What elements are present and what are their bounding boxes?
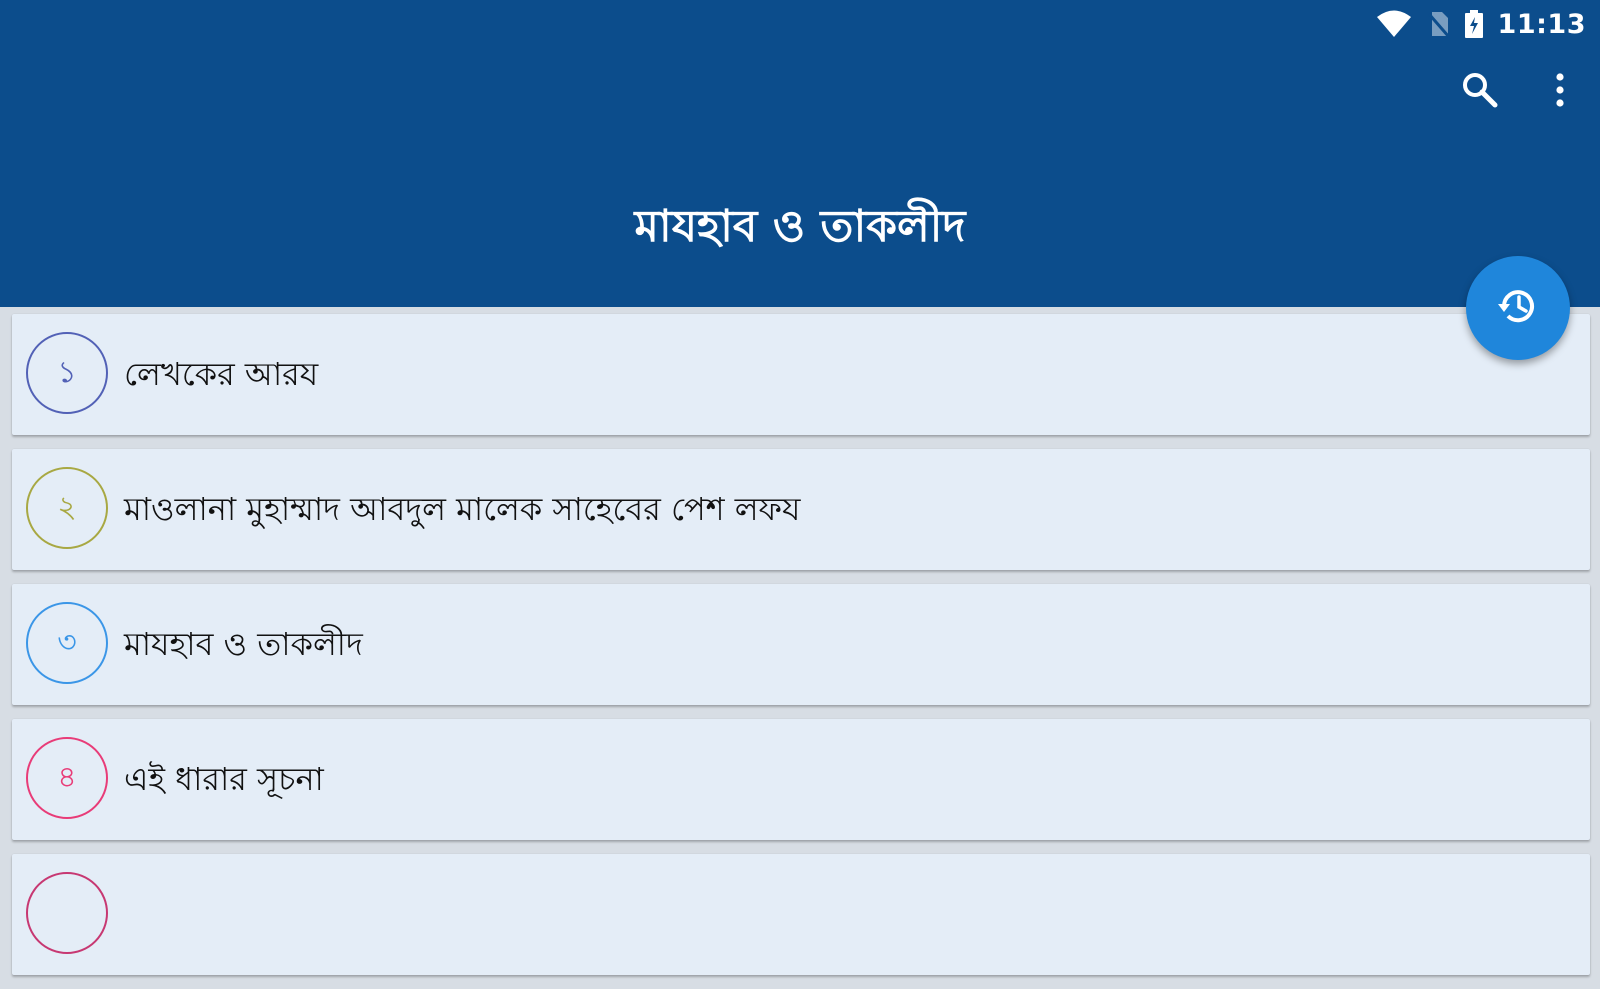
chapter-number-badge: ৩ — [26, 602, 108, 684]
chapter-item[interactable]: ৪ এই ধারার সূচনা — [12, 719, 1590, 840]
chapter-list: ১ লেখকের আরয ২ মাওলানা মুহাম্মাদ আবদুল মালে… — [12, 314, 1590, 989]
chapter-item[interactable] — [12, 854, 1590, 975]
chapter-item[interactable]: ২ মাওলানা মুহাম্মাদ আবদুল মালেক সাহেবের প… — [12, 449, 1590, 570]
search-button[interactable] — [1452, 64, 1508, 120]
page-title: মাযহাব ও তাকলীদ — [634, 201, 966, 252]
chapter-item[interactable]: ৩ মাযহাব ও তাকলীদ — [12, 584, 1590, 705]
battery-charging-icon — [1464, 9, 1484, 39]
search-icon — [1460, 70, 1500, 114]
chapter-number-badge — [26, 872, 108, 954]
chapter-title: লেখকের আরয — [124, 355, 319, 393]
no-sim-icon — [1426, 10, 1450, 38]
status-bar: 11:13 — [1376, 6, 1586, 42]
status-time: 11:13 — [1497, 8, 1586, 40]
history-button[interactable] — [1466, 256, 1570, 360]
more-vert-icon — [1554, 72, 1566, 112]
overflow-menu-button[interactable] — [1532, 64, 1588, 120]
chapter-title: মাওলানা মুহাম্মাদ আবদুল মালেক সাহেবের পে… — [124, 490, 801, 528]
chapter-title: এই ধারার সূচনা — [124, 760, 324, 798]
chapter-title: মাযহাব ও তাকলীদ — [124, 625, 363, 663]
history-icon — [1495, 283, 1541, 333]
chapter-number-badge: ২ — [26, 467, 108, 549]
chapter-number-badge: ৪ — [26, 737, 108, 819]
wifi-icon — [1376, 10, 1412, 38]
chapter-number-badge: ১ — [26, 332, 108, 414]
chapter-item[interactable]: ১ লেখকের আরয — [12, 314, 1590, 435]
app-bar: 11:13 মাযহাব ও তাকলীদ — [0, 0, 1600, 307]
